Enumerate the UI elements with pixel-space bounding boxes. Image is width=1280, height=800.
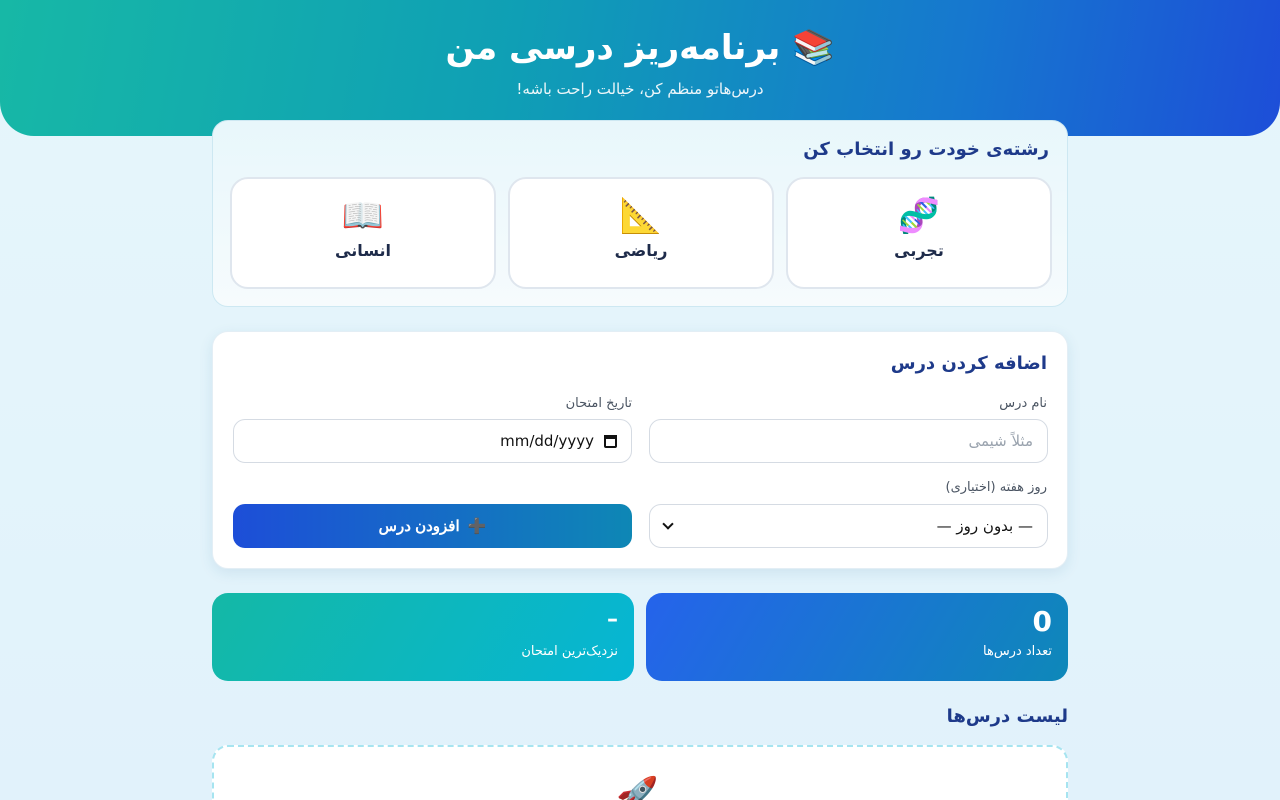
nearest-exam-value: – — [607, 607, 618, 632]
course-name-label: نام درس — [999, 396, 1047, 411]
nearest-exam-stat: – نزدیک‌ترین امتحان — [212, 593, 634, 681]
rocket-icon: 🚀 — [616, 775, 659, 800]
weekday-select-value: — بدون روز — — [936, 517, 1033, 535]
field-option-tajrobi[interactable]: 🧬 تجربی — [786, 177, 1052, 289]
exam-date-label: تاریخ امتحان — [565, 396, 632, 411]
field-option-label: ریاضی — [614, 241, 668, 260]
field-selection-card: رشته‌ی خودت رو انتخاب کن 🧬 تجربی 📐 ریاضی… — [212, 120, 1068, 307]
add-course-card: اضافه کردن درس نام درس مثلاً شیمی تاریخ … — [212, 331, 1068, 569]
calendar-icon[interactable] — [604, 434, 617, 448]
chevron-down-icon — [662, 518, 674, 530]
field-option-ensani[interactable]: 📖 انسانی — [230, 177, 496, 289]
exam-date-input[interactable]: mm/dd/yyyy — [233, 419, 632, 463]
dna-icon: 🧬 — [897, 196, 941, 236]
nearest-exam-label: نزدیک‌ترین امتحان — [521, 644, 618, 659]
weekday-label: روز هفته (اختیاری) — [945, 480, 1047, 495]
triangle-ruler-icon: 📐 — [619, 196, 663, 236]
course-list-empty-state: 🚀 — [212, 745, 1068, 800]
field-selection-title: رشته‌ی خودت رو انتخاب کن — [803, 139, 1049, 160]
page-subtitle: درس‌هاتو منظم کن، خیالت راحت باشه! — [516, 80, 764, 98]
exam-date-value: mm/dd/yyyy — [500, 432, 594, 450]
course-name-input[interactable]: مثلاً شیمی — [649, 419, 1048, 463]
field-option-label: انسانی — [335, 241, 391, 260]
weekday-select[interactable]: — بدون روز — — [649, 504, 1048, 548]
page-title-text: برنامه‌ریز درسی من — [445, 28, 781, 68]
field-option-label: تجربی — [894, 241, 944, 260]
books-icon: 📚 — [792, 28, 835, 68]
header-banner: 📚 برنامه‌ریز درسی من درس‌هاتو منظم کن، خ… — [0, 0, 1280, 136]
add-course-button-label: افزودن درس — [378, 518, 460, 535]
course-list-title: لیست درس‌ها — [946, 706, 1068, 727]
course-count-label: تعداد درس‌ها — [983, 644, 1052, 659]
add-course-title: اضافه کردن درس — [890, 353, 1047, 374]
plus-icon: ➕ — [467, 517, 487, 535]
course-count-value: 0 — [1032, 605, 1052, 638]
add-course-button[interactable]: ➕ افزودن درس — [233, 504, 632, 548]
course-count-stat: 0 تعداد درس‌ها — [646, 593, 1068, 681]
open-book-icon: 📖 — [341, 196, 385, 236]
page-title: 📚 برنامه‌ریز درسی من — [0, 28, 1280, 68]
field-option-riazi[interactable]: 📐 ریاضی — [508, 177, 774, 289]
